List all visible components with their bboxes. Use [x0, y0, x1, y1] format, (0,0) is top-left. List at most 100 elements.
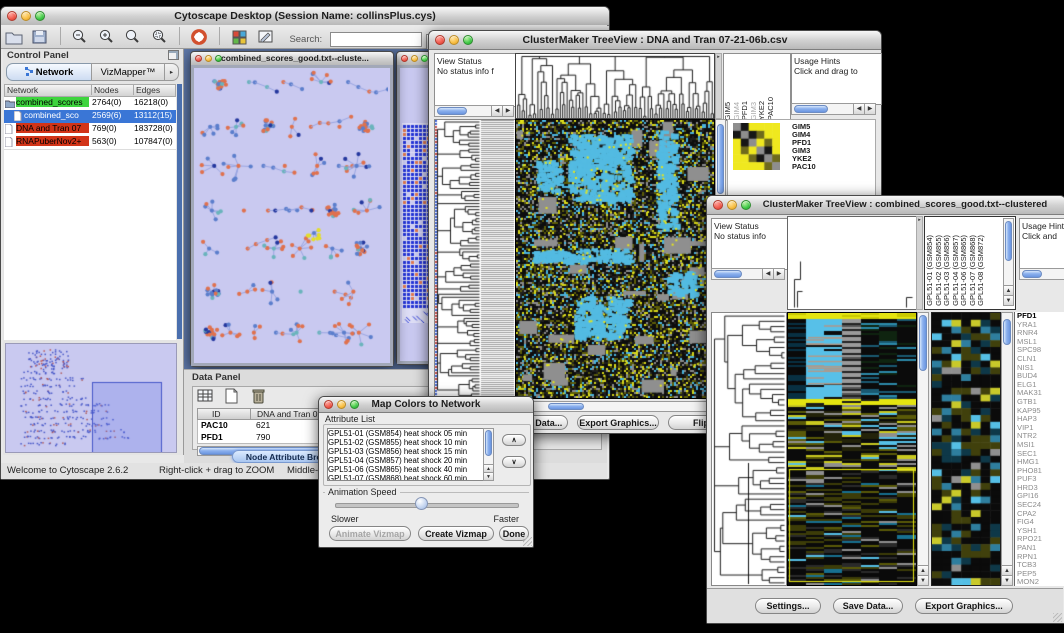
animate-vizmap-button[interactable]: Animate Vizmap	[329, 526, 411, 541]
zoom-window-icon[interactable]	[421, 55, 428, 62]
list-item[interactable]: GPL51-04 (GSM857) heat shock 20 min	[328, 456, 483, 465]
export-graphics-button[interactable]: Export Graphics...	[915, 598, 1013, 614]
minimize-icon[interactable]	[205, 55, 212, 62]
scroll-down-icon[interactable]: ▼	[1002, 575, 1012, 585]
table-row[interactable]: DNA and Tran 07 769(0) 183728(0)	[4, 123, 176, 136]
scroll-up-icon[interactable]: ▲	[1002, 565, 1012, 575]
zoom-out-icon[interactable]	[70, 28, 90, 46]
usage-hints-scrollbar[interactable]	[1019, 268, 1064, 280]
scrollbar-thumb[interactable]	[714, 270, 742, 278]
scrollbar-thumb[interactable]	[717, 124, 724, 194]
scroll-up-icon[interactable]: ▲	[918, 565, 928, 575]
col-edges[interactable]: Edges	[133, 85, 160, 95]
zoom-window-icon[interactable]	[35, 11, 45, 21]
network-canvas[interactable]	[194, 68, 388, 363]
scroll-left-icon[interactable]: ◀	[491, 106, 502, 116]
heatmap-hscrollbar[interactable]	[515, 401, 715, 412]
scroll-left-icon[interactable]: ◀	[853, 104, 864, 114]
minimize-icon[interactable]	[21, 11, 31, 21]
scroll-left-icon[interactable]: ◀	[762, 269, 773, 279]
open-file-icon[interactable]	[4, 28, 24, 46]
usage-hints-scrollbar[interactable]: ◀ ▶	[791, 103, 876, 115]
col-nodes[interactable]: Nodes	[91, 85, 119, 95]
list-item[interactable]: GPL51-06 (GSM865) heat shock 40 min	[328, 465, 483, 474]
main-titlebar[interactable]: Cytoscape Desktop (Session Name: collins…	[1, 7, 609, 26]
close-icon[interactable]	[401, 55, 408, 62]
attribute-list[interactable]: GPL51-01 (GSM854) heat shock 05 minGPL51…	[327, 428, 484, 481]
splitter-arrow[interactable]: ▸	[715, 53, 722, 119]
minimize-icon[interactable]	[727, 200, 737, 210]
heatmap-canvas[interactable]	[787, 312, 917, 586]
resize-grip[interactable]	[523, 537, 532, 546]
scroll-right-icon[interactable]: ▶	[773, 269, 784, 279]
close-icon[interactable]	[713, 200, 723, 210]
resize-grip[interactable]	[1053, 613, 1062, 622]
list-item[interactable]: GPL51-07 (GSM868) heat shock 60 min	[328, 474, 483, 481]
help-lifering-icon[interactable]	[190, 28, 210, 46]
zoom-window-icon[interactable]	[350, 400, 359, 409]
list-item[interactable]: GPL51-03 (GSM856) heat shock 15 min	[328, 447, 483, 456]
treeview2-titlebar[interactable]: ClusterMaker TreeView : combined_scores_…	[707, 196, 1064, 215]
minimize-icon[interactable]	[449, 35, 459, 45]
network-window1-titlebar[interactable]: combined_scores_good.txt--cluste...	[191, 52, 393, 66]
zoom-fit-icon[interactable]	[123, 28, 143, 46]
minimize-icon[interactable]	[411, 55, 418, 62]
column-tree-canvas[interactable]	[787, 216, 917, 310]
speed-slider-thumb[interactable]	[415, 497, 428, 510]
zoom-in-icon[interactable]	[97, 28, 117, 46]
list-item[interactable]: PAC10	[792, 163, 816, 171]
list-item[interactable]: GPL51-02 (GSM855) heat shock 10 min	[328, 438, 483, 447]
zoom-vscrollbar[interactable]: ▲ ▼	[1001, 312, 1013, 586]
network-view-1[interactable]	[191, 65, 393, 366]
close-icon[interactable]	[324, 400, 333, 409]
similarity-matrix-canvas[interactable]	[733, 123, 780, 170]
network-overview-canvas[interactable]	[6, 344, 176, 452]
list-item[interactable]: GPL51-01 (GSM854) heat shock 05 min	[328, 429, 483, 438]
vizmapper-icon[interactable]	[230, 28, 250, 46]
row-dendrogram-canvas[interactable]	[711, 312, 787, 586]
list-item[interactable]: MON2	[1015, 578, 1064, 586]
scroll-right-icon[interactable]: ▶	[864, 104, 875, 114]
heatmap-canvas[interactable]	[515, 119, 715, 399]
panel-splitter[interactable]	[177, 84, 182, 339]
scrollbar-thumb[interactable]	[437, 107, 467, 115]
search-input[interactable]	[330, 32, 422, 47]
table-row[interactable]: RNAPuberNov2+ 563(0) 107847(0)	[4, 136, 176, 149]
scroll-down-icon[interactable]: ▼	[1004, 295, 1013, 305]
save-data-button[interactable]: Save Data...	[833, 598, 903, 614]
save-icon[interactable]	[30, 28, 50, 46]
view-status-scrollbar[interactable]: ◀ ▶	[434, 105, 514, 117]
scrollbar-thumb[interactable]	[1022, 270, 1042, 278]
new-attribute-icon[interactable]	[222, 388, 242, 406]
scroll-up-icon[interactable]: ▲	[484, 464, 493, 472]
tab-overflow-icon[interactable]: ▸	[164, 63, 179, 81]
tab-vizmapper[interactable]: VizMapper™	[91, 63, 165, 81]
data-col-id[interactable]: ID	[212, 409, 221, 419]
zoom-window-icon[interactable]	[741, 200, 751, 210]
scrollbar-thumb[interactable]	[794, 105, 828, 113]
row-dendrogram-canvas[interactable]	[434, 119, 516, 399]
column-dendrogram-canvas[interactable]	[515, 53, 715, 119]
scroll-down-icon[interactable]: ▼	[918, 575, 928, 585]
scroll-down-icon[interactable]: ▼	[484, 472, 493, 480]
dialog-titlebar[interactable]: Map Colors to Network	[319, 397, 533, 413]
close-icon[interactable]	[435, 35, 445, 45]
table-row-selected[interactable]: combined_sco 2569(6) 13112(15)	[4, 110, 176, 123]
tab-network[interactable]: Network	[6, 63, 92, 81]
list-item[interactable]: GPL51-08 (GSM872)	[977, 235, 986, 306]
scrollbar-thumb[interactable]	[548, 403, 584, 410]
move-down-button[interactable]: ∨	[502, 456, 526, 468]
settings-button[interactable]: Settings...	[755, 598, 821, 614]
scrollbar-thumb[interactable]	[919, 315, 927, 371]
move-up-button[interactable]: ∧	[502, 434, 526, 446]
annotation-icon[interactable]	[256, 28, 276, 46]
network-overview-panel[interactable]	[5, 343, 177, 453]
scrollbar-thumb[interactable]	[1003, 319, 1011, 345]
export-graphics-button[interactable]: Export Graphics...	[577, 415, 659, 430]
scrollbar-thumb[interactable]	[485, 430, 492, 456]
close-icon[interactable]	[195, 55, 202, 62]
zoom-window-icon[interactable]	[215, 55, 222, 62]
close-icon[interactable]	[7, 11, 17, 21]
gene-list[interactable]: PFD1YRA1RNR4MSL1SPC98CLN1NIS1BUD4ELG1MAK…	[1014, 312, 1064, 586]
treeview1-titlebar[interactable]: ClusterMaker TreeView : DNA and Tran 07-…	[429, 31, 881, 50]
